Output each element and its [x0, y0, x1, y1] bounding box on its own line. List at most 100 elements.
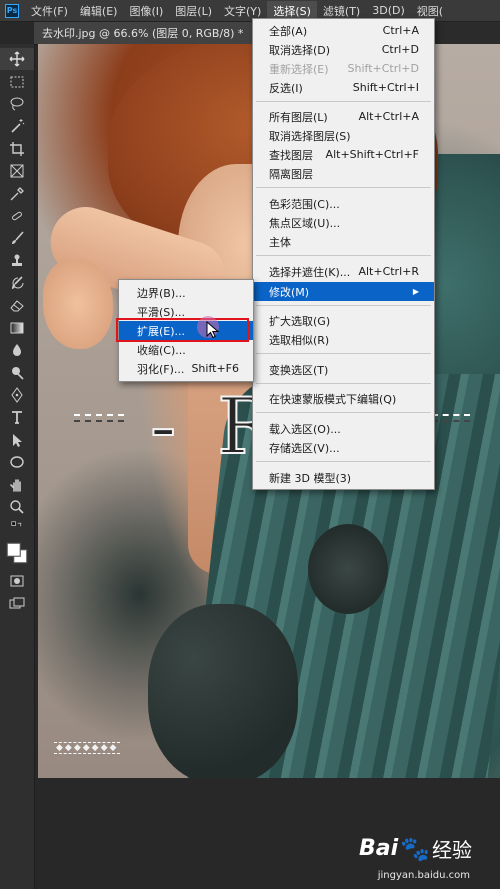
menu-item-label: 修改(M): [269, 285, 310, 299]
menu-item-focus-area[interactable]: 焦点区域(U)...: [253, 213, 434, 232]
baidu-url: jingyan.baidu.com: [377, 870, 470, 881]
menu-item-label: 边界(B)...: [137, 286, 186, 300]
menu-item-label: 色彩范围(C)...: [269, 197, 340, 211]
menu-item-label: 反选(I): [269, 81, 303, 95]
menu-file[interactable]: 文件(F): [25, 1, 74, 21]
menu-item-label: 重新选择(E): [269, 62, 329, 76]
menu-image[interactable]: 图像(I): [123, 1, 169, 21]
zoom-icon[interactable]: [0, 496, 34, 518]
blur-icon[interactable]: [0, 339, 34, 361]
dodge-icon[interactable]: [0, 361, 34, 383]
menu-item-label: 羽化(F)...: [137, 362, 185, 376]
menu-item-label: 载入选区(O)...: [269, 422, 341, 436]
color-swatches-icon[interactable]: [0, 536, 34, 570]
menu-item-grow[interactable]: 扩大选取(G): [253, 311, 434, 330]
hand-icon[interactable]: [0, 473, 34, 495]
menu-item-save-selection[interactable]: 存储选区(V)...: [253, 438, 434, 457]
magic-wand-icon[interactable]: [0, 115, 34, 137]
menu-separator: [256, 412, 431, 413]
menu-item-load-selection[interactable]: 载入选区(O)...: [253, 419, 434, 438]
baidu-jingyan-logo: Bai 🐾 经验: [359, 834, 472, 863]
menu-item-find-layers[interactable]: 查找图层 Alt+Shift+Ctrl+F: [253, 145, 434, 164]
menu-item-color-range[interactable]: 色彩范围(C)...: [253, 194, 434, 213]
menu-item-all-layers[interactable]: 所有图层(L) Alt+Ctrl+A: [253, 107, 434, 126]
menu-layer[interactable]: 图层(L): [169, 1, 218, 21]
mouse-cursor-icon: [206, 321, 220, 339]
submenu-arrow-icon: ▶: [412, 287, 419, 296]
menu-item-isolate-layers[interactable]: 隔离图层: [253, 164, 434, 183]
screen-mode-icon[interactable]: [0, 593, 34, 615]
menu-item-shortcut: Alt+Ctrl+R: [358, 265, 419, 278]
menu-item-label: 取消选择图层(S): [269, 129, 351, 143]
menu-item-modify[interactable]: 修改(M) ▶: [253, 282, 434, 301]
menu-separator: [256, 305, 431, 306]
clone-stamp-icon[interactable]: [0, 250, 34, 272]
document-tab[interactable]: 去水印.jpg @ 66.6% (图层 0, RGB/8) * ×: [34, 22, 269, 44]
menu-separator: [256, 255, 431, 256]
menu-item-subject[interactable]: 主体: [253, 232, 434, 251]
menu-item-shortcut: Ctrl+A: [382, 24, 419, 37]
menu-item-inverse[interactable]: 反选(I) Shift+Ctrl+I: [253, 78, 434, 97]
menu-edit[interactable]: 编辑(E): [74, 1, 124, 21]
menu-item-new-3d-model[interactable]: 新建 3D 模型(3): [253, 468, 434, 487]
menu-item-label: 隔离图层: [269, 167, 313, 181]
lasso-icon[interactable]: [0, 93, 34, 115]
menu-item-transform-selection[interactable]: 变换选区(T): [253, 360, 434, 379]
watermark-selection-dash-right: [432, 414, 470, 422]
menu-item-label: 变换选区(T): [269, 363, 329, 377]
menu-item-select-all[interactable]: 全部(A) Ctrl+A: [253, 21, 434, 40]
quick-mask-icon[interactable]: [0, 570, 34, 592]
menu-item-label: 收缩(C)...: [137, 343, 186, 357]
photo-ruffle-small: [308, 524, 388, 614]
menu-item-shortcut: Shift+Ctrl+D: [347, 62, 419, 75]
menu-separator: [256, 353, 431, 354]
submenu-item-contract[interactable]: 收缩(C)...: [119, 340, 253, 359]
menu-item-select-and-mask[interactable]: 选择并遮住(K)... Alt+Ctrl+R: [253, 262, 434, 281]
menu-item-shortcut: Shift+F6: [191, 362, 239, 375]
crop-icon[interactable]: [0, 138, 34, 160]
healing-brush-icon[interactable]: [0, 205, 34, 227]
menu-item-reselect[interactable]: 重新选择(E) Shift+Ctrl+D: [253, 59, 434, 78]
menu-item-shortcut: Shift+Ctrl+I: [352, 81, 419, 94]
menu-item-label: 扩大选取(G): [269, 314, 331, 328]
menu-item-label: 选择并遮住(K)...: [269, 265, 351, 279]
gradient-icon[interactable]: [0, 317, 34, 339]
document-tab-title: 去水印.jpg @ 66.6% (图层 0, RGB/8) *: [42, 27, 244, 40]
menu-item-label: 所有图层(L): [269, 110, 328, 124]
frame-icon[interactable]: [0, 160, 34, 182]
submenu-item-border[interactable]: 边界(B)...: [119, 283, 253, 302]
menu-item-deselect-layers[interactable]: 取消选择图层(S): [253, 126, 434, 145]
small-watermark: ◆◆◆◆◆◆◆: [54, 742, 121, 754]
photo-hand: [43, 259, 113, 349]
menu-item-quick-mask[interactable]: 在快速蒙版模式下编辑(Q): [253, 389, 434, 408]
watermark-selection-dash-left: [74, 414, 124, 422]
menu-item-label: 查找图层: [269, 148, 313, 162]
pen-icon[interactable]: [0, 384, 34, 406]
marquee-icon[interactable]: [0, 70, 34, 92]
menu-item-shortcut: Alt+Shift+Ctrl+F: [325, 148, 419, 161]
menu-separator: [256, 383, 431, 384]
swap-colors-icon[interactable]: [0, 518, 34, 536]
eyedropper-icon[interactable]: [0, 182, 34, 204]
history-brush-icon[interactable]: [0, 272, 34, 294]
menu-item-similar[interactable]: 选取相似(R): [253, 330, 434, 349]
photoshop-logo-icon[interactable]: Ps: [5, 3, 19, 18]
submenu-item-feather[interactable]: 羽化(F)... Shift+F6: [119, 359, 253, 378]
menu-separator: [256, 101, 431, 102]
photo-ruffle: [148, 604, 298, 778]
move-icon[interactable]: [0, 48, 34, 71]
eraser-icon[interactable]: [0, 294, 34, 316]
baidu-brand-right: 经验: [432, 838, 472, 862]
path-selection-icon[interactable]: [0, 429, 34, 451]
menu-item-label: 全部(A): [269, 24, 308, 38]
ellipse-icon[interactable]: [0, 451, 34, 473]
menu-separator: [256, 187, 431, 188]
brush-icon[interactable]: [0, 227, 34, 249]
menu-separator: [256, 461, 431, 462]
menu-item-label: 在快速蒙版模式下编辑(Q): [269, 392, 397, 406]
baidu-brand-left: Bai: [358, 836, 399, 861]
menu-3d[interactable]: 3D(D): [366, 2, 411, 19]
type-icon[interactable]: [0, 406, 34, 428]
menu-item-deselect[interactable]: 取消选择(D) Ctrl+D: [253, 40, 434, 59]
menu-item-label: 焦点区域(U)...: [269, 216, 341, 230]
